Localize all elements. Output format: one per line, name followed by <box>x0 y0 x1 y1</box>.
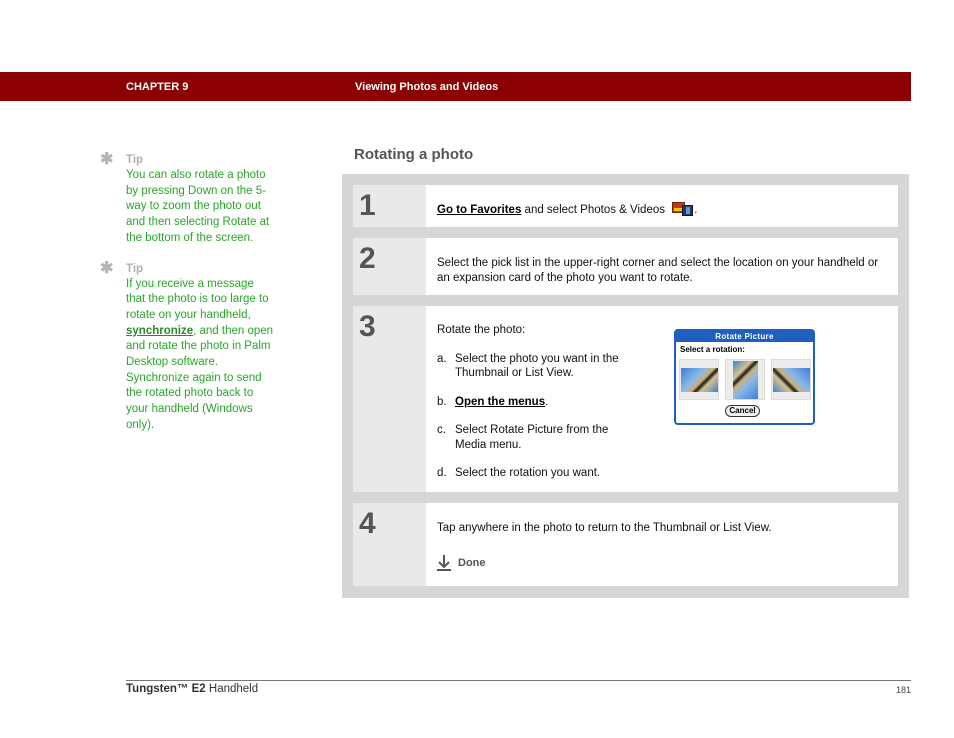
photos-videos-icon <box>672 202 694 216</box>
sub-step-letter: d. <box>437 467 447 479</box>
rotate-180-option[interactable] <box>725 359 765 400</box>
step-number: 3 <box>359 310 376 343</box>
sub-step-list: a. Select the photo you want in the Thum… <box>437 352 637 481</box>
step-text: Tap anywhere in the photo to return to t… <box>437 522 772 534</box>
step-number: 4 <box>359 507 376 540</box>
chapter-title: Viewing Photos and Videos <box>355 81 499 93</box>
sub-step-letter: b. <box>437 395 447 408</box>
done-marker: Done <box>437 555 486 571</box>
step-number-cell: 1 <box>353 185 426 227</box>
sub-step-a: a. Select the photo you want in the Thum… <box>437 352 637 381</box>
section-title: Rotating a photo <box>354 146 474 163</box>
tip-label: Tip <box>126 262 144 275</box>
step-1: 1 Go to Favorites and select Photos & Vi… <box>353 185 898 227</box>
tip-text-after: , and then open and rotate the photo in … <box>126 324 274 431</box>
rotation-options <box>679 359 812 401</box>
step-4: 4 Tap anywhere in the photo to return to… <box>353 503 898 586</box>
tip-text-before: If you receive a message that the photo … <box>126 277 269 321</box>
step-body: Rotate the photo: a. Select the photo yo… <box>437 323 637 481</box>
steps-panel: 1 Go to Favorites and select Photos & Vi… <box>342 174 909 598</box>
tip-text: You can also rotate a photo by pressing … <box>126 169 270 244</box>
photo-thumbnail <box>733 361 758 399</box>
step-number-cell: 3 <box>353 306 426 492</box>
product-model: E2 <box>191 683 206 695</box>
sub-step-text-end: . <box>545 395 549 408</box>
step-intro: Rotate the photo: <box>437 324 526 336</box>
footer-product-name: Tungsten™ E2 Handheld <box>126 683 258 695</box>
sub-step-b: b. Open the menus. <box>437 395 637 410</box>
done-arrow-icon <box>437 555 451 571</box>
step-body: Go to Favorites and select Photos & Vide… <box>437 202 888 218</box>
photo-thumbnail <box>681 368 718 392</box>
step-text: Select the pick list in the upper-right … <box>437 257 879 284</box>
go-to-favorites-link[interactable]: Go to Favorites <box>437 204 521 216</box>
step-number-cell: 2 <box>353 238 426 295</box>
page-number: 181 <box>895 685 911 695</box>
sub-step-letter: a. <box>437 352 447 365</box>
rotate-picture-dialog-screenshot: Rotate Picture Select a rotation: Cancel <box>674 329 815 425</box>
rotate-right-option[interactable] <box>771 359 811 400</box>
sub-step-text: Select Rotate Picture from the Media men… <box>455 424 609 451</box>
sub-step-c: c. Select Rotate Picture from the Media … <box>437 423 637 452</box>
step-text: and select Photos & Videos <box>521 204 665 216</box>
sub-step-d: d. Select the rotation you want. <box>437 466 637 481</box>
done-label: Done <box>458 557 486 569</box>
dialog-cancel-button[interactable]: Cancel <box>725 405 760 417</box>
step-2: 2 Select the pick list in the upper-righ… <box>353 238 898 295</box>
chapter-header-bar: CHAPTER 9 Viewing Photos and Videos <box>0 72 911 101</box>
sub-step-text: Select the rotation you want. <box>455 467 601 479</box>
product-brand: Tungsten™ <box>126 683 189 695</box>
step-3: 3 Rotate the photo: a. Select the photo … <box>353 306 898 492</box>
tips-sidebar: ✱ Tip You can also rotate a photo by pre… <box>100 152 285 444</box>
asterisk-icon: ✱ <box>100 259 114 277</box>
asterisk-icon: ✱ <box>100 151 114 168</box>
step-number: 1 <box>359 189 376 222</box>
sub-step-text: Select the photo you want in the Thumbna… <box>455 352 619 380</box>
product-suffix: Handheld <box>208 683 259 695</box>
tip-2: ✱ Tip If you receive a message that the … <box>100 259 285 434</box>
step-text-end: . <box>694 204 698 216</box>
step-number: 2 <box>359 242 376 275</box>
footer-divider <box>126 680 911 681</box>
open-the-menus-link[interactable]: Open the menus <box>455 396 545 408</box>
tip-text: If you receive a message that the photo … <box>126 277 276 434</box>
photo-thumbnail <box>773 368 810 392</box>
step-number-cell: 4 <box>353 503 426 586</box>
dialog-title: Rotate Picture <box>676 331 813 342</box>
sub-step-letter: c. <box>437 424 446 436</box>
tip-label: Tip <box>126 154 144 166</box>
tip-1: ✱ Tip You can also rotate a photo by pre… <box>100 152 285 247</box>
dialog-prompt: Select a rotation: <box>680 345 745 354</box>
rotate-left-option[interactable] <box>679 359 719 400</box>
chapter-label: CHAPTER 9 <box>126 81 189 93</box>
synchronize-link[interactable]: synchronize <box>126 325 193 337</box>
